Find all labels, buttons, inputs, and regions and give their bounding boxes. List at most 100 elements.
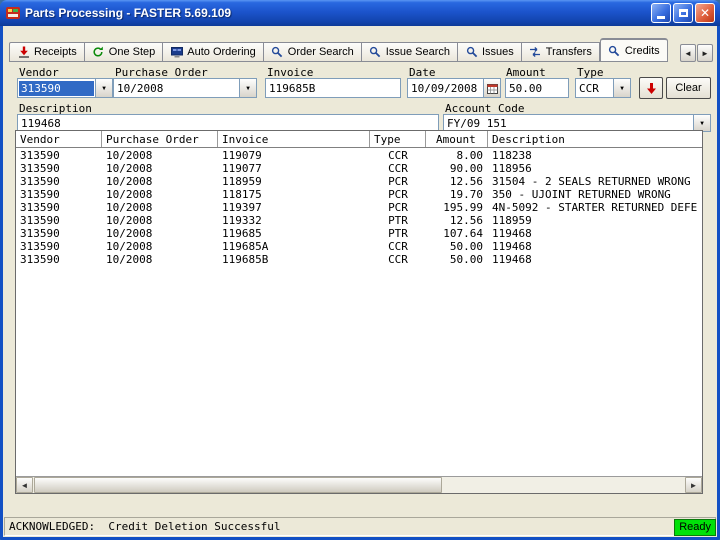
calendar-icon[interactable] xyxy=(483,79,500,97)
auto-ordering-icon xyxy=(170,46,183,59)
maximize-icon xyxy=(678,9,688,17)
column-header-invoice[interactable]: Invoice xyxy=(218,131,370,147)
tab-receipts[interactable]: Receipts xyxy=(9,42,85,62)
cell-amount: 195.99 xyxy=(443,201,483,214)
cell-vendor: 313590 xyxy=(20,149,60,162)
table-row[interactable]: 313590 10/2008 119077 CCR 90.00 118956 xyxy=(16,162,702,175)
column-header-description[interactable]: Description xyxy=(488,131,702,147)
purchase-order-value: 10/2008 xyxy=(117,81,164,95)
chevron-down-icon[interactable]: ▼ xyxy=(239,79,256,97)
cell-invoice: 118175 xyxy=(222,188,262,201)
window-controls: ✕ xyxy=(651,3,715,23)
tab-label: Issues xyxy=(482,46,514,58)
column-header-purchase-order[interactable]: Purchase Order xyxy=(102,131,218,147)
horizontal-scrollbar[interactable]: ◄ ► xyxy=(16,476,702,493)
scrollbar-thumb[interactable] xyxy=(34,477,442,493)
cell-description: 119468 xyxy=(492,253,532,266)
table-row[interactable]: 313590 10/2008 119685 PTR 107.64 119468 xyxy=(16,227,702,240)
clear-button[interactable]: Clear xyxy=(666,77,711,99)
cell-purchase-order: 10/2008 xyxy=(106,162,153,175)
vendor-combobox[interactable]: 313590 ▼ xyxy=(17,78,113,98)
chevron-down-icon[interactable]: ▼ xyxy=(95,79,112,97)
table-row[interactable]: 313590 10/2008 119332 PTR 12.56 118959 xyxy=(16,214,702,227)
tab-issue-search[interactable]: Issue Search xyxy=(361,42,458,62)
credits-grid: Vendor Purchase Order Invoice Type Amount Des… xyxy=(15,130,703,494)
cell-amount: 107.64 xyxy=(443,227,483,240)
cell-purchase-order: 10/2008 xyxy=(106,201,153,214)
cell-type: CCR xyxy=(388,149,408,162)
date-input[interactable]: 10/09/2008 xyxy=(407,78,501,98)
tab-strip: Receipts One Step Auto Ordering Order Searc… xyxy=(9,38,676,62)
cell-purchase-order: 10/2008 xyxy=(106,149,153,162)
description-value: 119468 xyxy=(21,116,61,130)
status-text: ACKNOWLEDGED: Credit Deletion Successful xyxy=(9,520,281,533)
cell-type: CCR xyxy=(388,253,408,266)
chevron-down-icon[interactable]: ▼ xyxy=(613,79,630,97)
grid-body: 313590 10/2008 119079 CCR 8.00 118238 313590 10… xyxy=(16,149,702,476)
type-combobox[interactable]: CCR ▼ xyxy=(575,78,631,98)
cell-invoice: 119079 xyxy=(222,149,262,162)
tab-issues[interactable]: Issues xyxy=(458,42,522,62)
cell-description: 118238 xyxy=(492,149,532,162)
table-row[interactable]: 313590 10/2008 119685A CCR 50.00 119468 xyxy=(16,240,702,253)
cell-invoice: 118959 xyxy=(222,175,262,188)
tab-transfers[interactable]: Transfers xyxy=(521,42,600,62)
search-icon xyxy=(608,44,621,57)
table-row[interactable]: 313590 10/2008 118959 PCR 12.56 31504 - 2 SEA… xyxy=(16,175,702,188)
column-header-vendor[interactable]: Vendor xyxy=(16,131,102,147)
ready-badge: Ready xyxy=(674,519,716,536)
search-icon xyxy=(271,46,284,59)
table-row[interactable]: 313590 10/2008 119685B CCR 50.00 119468 xyxy=(16,253,702,266)
table-row[interactable]: 313590 10/2008 119079 CCR 8.00 118238 xyxy=(16,149,702,162)
tab-order-search[interactable]: Order Search xyxy=(263,42,362,62)
cell-description: 118959 xyxy=(492,214,532,227)
vendor-value: 313590 xyxy=(19,80,94,96)
tab-scroll-left-button[interactable]: ◄ xyxy=(680,44,696,62)
purchase-order-combobox[interactable]: 10/2008 ▼ xyxy=(113,78,257,98)
cell-invoice: 119685B xyxy=(222,253,269,266)
close-icon: ✕ xyxy=(699,6,711,20)
tab-label: Credits xyxy=(624,44,660,57)
clear-button-label: Clear xyxy=(675,82,702,94)
amount-input[interactable]: 50.00 xyxy=(505,78,569,98)
tab-auto-ordering[interactable]: Auto Ordering xyxy=(163,42,264,62)
scroll-left-button[interactable]: ◄ xyxy=(16,477,33,493)
maximize-button[interactable] xyxy=(673,3,693,23)
search-icon xyxy=(465,46,478,59)
transfers-icon xyxy=(529,46,542,59)
cell-invoice: 119685 xyxy=(222,227,262,240)
tab-label: Issue Search xyxy=(385,46,450,58)
tab-scroller: ◄ ► xyxy=(680,44,713,62)
cell-amount: 50.00 xyxy=(449,253,483,266)
cell-type: PTR xyxy=(388,227,408,240)
account-code-value: FY/09 151 xyxy=(447,116,507,130)
cell-description: 4N-5092 - STARTER RETURNED DEFE xyxy=(492,201,698,214)
tab-one-step[interactable]: One Step xyxy=(84,42,164,62)
cell-amount: 19.70 xyxy=(449,188,483,201)
tab-scroll-right-button[interactable]: ► xyxy=(697,44,713,62)
cell-vendor: 313590 xyxy=(20,175,60,188)
title-bar[interactable]: Parts Processing - FASTER 5.69.109 ✕ xyxy=(0,0,720,26)
table-row[interactable]: 313590 10/2008 118175 PCR 19.70 350 - UJOINT … xyxy=(16,188,702,201)
minimize-icon xyxy=(657,16,665,19)
column-header-amount[interactable]: Amount xyxy=(426,131,488,147)
tab-label: Auto Ordering xyxy=(187,46,256,58)
post-credit-button[interactable] xyxy=(639,77,663,99)
invoice-input[interactable]: 119685B xyxy=(265,78,401,98)
cell-purchase-order: 10/2008 xyxy=(106,188,153,201)
table-row[interactable]: 313590 10/2008 119397 PCR 195.99 4N-5092 - ST… xyxy=(16,201,702,214)
chevron-down-icon[interactable]: ▼ xyxy=(693,115,710,131)
minimize-button[interactable] xyxy=(651,3,671,23)
cell-type: PCR xyxy=(388,188,408,201)
column-header-type[interactable]: Type xyxy=(370,131,426,147)
cell-purchase-order: 10/2008 xyxy=(106,175,153,188)
cell-invoice: 119077 xyxy=(222,162,262,175)
cell-type: PCR xyxy=(388,201,408,214)
close-button[interactable]: ✕ xyxy=(695,3,715,23)
scroll-right-button[interactable]: ► xyxy=(685,477,702,493)
tab-credits[interactable]: Credits xyxy=(599,38,668,62)
tab-label: Transfers xyxy=(545,46,592,58)
app-icon xyxy=(5,5,21,21)
grid-header: Vendor Purchase Order Invoice Type Amount Des… xyxy=(16,131,702,148)
cell-vendor: 313590 xyxy=(20,227,60,240)
